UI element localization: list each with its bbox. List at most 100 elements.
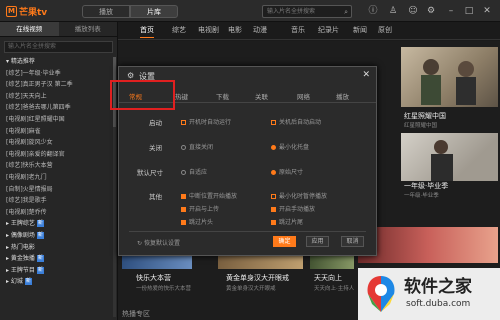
checkbox-box bbox=[271, 194, 276, 199]
option-label: 关机后自动启动 bbox=[279, 119, 322, 126]
sidebar-item[interactable]: [电视剧]红星照耀中国 bbox=[0, 114, 117, 126]
tab-hotkeys[interactable]: 热键 bbox=[175, 91, 188, 101]
sidebar-item[interactable]: ▸ 幻城新 bbox=[0, 276, 117, 288]
skip-intro-checkbox[interactable]: 跳过片头 bbox=[181, 217, 213, 226]
top-search-input[interactable]: 输入片名全拼搜索 ⌕ bbox=[262, 5, 352, 18]
sidebar: 在线视频 播放列表 输入片名全拼搜索 ▾ 精选推荐 [综艺]一年级·毕业季 [综… bbox=[0, 22, 118, 320]
checkbox-box bbox=[271, 207, 276, 212]
resume-position-checkbox[interactable]: 中断位置开始播放 bbox=[181, 191, 237, 200]
tab-playback[interactable]: 播放 bbox=[336, 91, 349, 101]
nav-original[interactable]: 原创 bbox=[378, 25, 392, 35]
app-logo: M 芒果tv bbox=[6, 5, 47, 18]
apply-button[interactable]: 应用 bbox=[306, 236, 329, 247]
sidebar-item-label: ▸ 黄金独播 bbox=[6, 255, 35, 263]
startup-auto-run-checkbox[interactable]: 开机时自动运行 bbox=[181, 117, 231, 126]
minimize-icon[interactable]: – bbox=[446, 6, 456, 16]
option-label: 最小化时暂停播放 bbox=[279, 193, 328, 200]
poster-caption[interactable]: 快乐大本营 bbox=[136, 273, 171, 283]
nav-variety[interactable]: 综艺 bbox=[172, 25, 186, 35]
sidebar-item[interactable]: ▸ 王牌节目新 bbox=[0, 265, 117, 277]
sidebar-item[interactable]: ▸ 王牌综艺新 bbox=[0, 218, 117, 230]
new-badge: 新 bbox=[36, 266, 44, 274]
sidebar-item[interactable]: [电视剧]麻雀 bbox=[0, 126, 117, 138]
sidebar-item[interactable]: [电视剧]亲爱的翻译官 bbox=[0, 149, 117, 161]
title-bar: M 芒果tv 播放 片库 输入片名全拼搜索 ⌕ ⓘ ♙ ☺ ⚙ – □ ✕ bbox=[0, 0, 500, 22]
tab-play[interactable]: 播放 bbox=[82, 5, 130, 18]
divider bbox=[129, 231, 366, 232]
close-icon[interactable]: ✕ bbox=[362, 70, 370, 80]
skip-outro-checkbox[interactable]: 跳过片尾 bbox=[271, 217, 303, 226]
poster-bottom-right[interactable] bbox=[358, 227, 498, 263]
close-direct-radio[interactable]: 直接关闭 bbox=[181, 142, 213, 151]
poster-subcaption: 黄金单身汉大开眼戒 bbox=[226, 286, 276, 292]
category-nav: 首页 综艺 电视剧 电影 动漫 音乐 纪录片 新闻 原创 bbox=[118, 22, 500, 40]
sidebar-item[interactable]: [综艺]真正男子汉 第二季 bbox=[0, 79, 117, 91]
tab-association[interactable]: 关联 bbox=[255, 91, 268, 101]
radio-dot bbox=[181, 170, 186, 175]
sidebar-item[interactable]: ▾ 精选推荐 bbox=[0, 56, 117, 68]
maximize-icon[interactable]: □ bbox=[464, 6, 474, 16]
size-original-radio[interactable]: 原始尺寸 bbox=[271, 167, 303, 176]
sidebar-item[interactable]: [综艺]天天向上 bbox=[0, 91, 117, 103]
sidebar-item[interactable]: ▸ 黄金独播新 bbox=[0, 253, 117, 265]
sidebar-tab-playlist[interactable]: 播放列表 bbox=[59, 22, 118, 36]
info-icon[interactable]: ⓘ bbox=[368, 6, 378, 16]
sidebar-item[interactable]: ▸ 热门电影 bbox=[0, 242, 117, 254]
sidebar-item[interactable]: [电视剧]老九门 bbox=[0, 172, 117, 184]
tab-network[interactable]: 网络 bbox=[297, 91, 310, 101]
checkbox-box bbox=[181, 120, 186, 125]
startup-after-close-checkbox[interactable]: 关机后自动启动 bbox=[271, 117, 321, 126]
poster-caption[interactable]: 一年级·毕业季 bbox=[404, 181, 448, 191]
radio-dot bbox=[271, 170, 276, 175]
restore-defaults-link[interactable]: ↻ 恢复默认设置 bbox=[137, 238, 180, 247]
sidebar-item[interactable]: [综艺]爸爸去哪儿第四季 bbox=[0, 102, 117, 114]
nav-anime[interactable]: 动漫 bbox=[253, 25, 267, 35]
user-icon[interactable]: ☺ bbox=[408, 6, 418, 16]
poster-caption[interactable]: 天天向上 bbox=[314, 273, 342, 283]
nav-music[interactable]: 音乐 bbox=[291, 25, 305, 35]
ok-button[interactable]: 确定 bbox=[273, 236, 296, 247]
gear-icon[interactable]: ⚙ bbox=[426, 6, 436, 16]
sidebar-item[interactable]: [综艺]我是歌手 bbox=[0, 195, 117, 207]
size-adaptive-radio[interactable]: 自适应 bbox=[181, 167, 207, 176]
enable-upload-checkbox[interactable]: 开启与上传 bbox=[181, 204, 219, 213]
nav-movie[interactable]: 电影 bbox=[228, 25, 242, 35]
top-search-placeholder: 输入片名全拼搜索 bbox=[267, 8, 316, 15]
poster-caption[interactable]: 红星照耀中国 bbox=[404, 111, 446, 121]
tab-library[interactable]: 片库 bbox=[130, 5, 178, 18]
watermark: 软件之家 soft.duba.com bbox=[358, 268, 500, 320]
cancel-button[interactable]: 取消 bbox=[341, 236, 364, 247]
tab-download[interactable]: 下载 bbox=[216, 91, 229, 101]
poster-first-grade[interactable] bbox=[401, 133, 498, 181]
pause-on-minimize-checkbox[interactable]: 最小化时暂停播放 bbox=[271, 191, 327, 200]
sidebar-item-label: ▸ 王牌综艺 bbox=[6, 220, 35, 228]
shirt-icon[interactable]: ♙ bbox=[388, 6, 398, 16]
manual-play-checkbox[interactable]: 开启手动播放 bbox=[271, 204, 315, 213]
sidebar-item[interactable]: [综艺]快乐大本营 bbox=[0, 160, 117, 172]
nav-news[interactable]: 新闻 bbox=[353, 25, 367, 35]
sidebar-search-input[interactable]: 输入片名全拼搜索 bbox=[4, 41, 113, 53]
watermark-url: soft.duba.com bbox=[406, 299, 471, 309]
sidebar-item[interactable]: [自制]火星情报局 bbox=[0, 184, 117, 196]
sidebar-item[interactable]: [电视剧]楚乔传 bbox=[0, 207, 117, 219]
sidebar-item[interactable]: ▸ 偶像剧场新 bbox=[0, 230, 117, 242]
sidebar-tabs: 在线视频 播放列表 bbox=[0, 22, 117, 37]
poster-red-star[interactable] bbox=[401, 47, 498, 107]
sidebar-item-label: [综艺]我是歌手 bbox=[6, 197, 47, 205]
sidebar-list: ▾ 精选推荐 [综艺]一年级·毕业季 [综艺]真正男子汉 第二季 [综艺]天天向… bbox=[0, 56, 117, 288]
nav-home[interactable]: 首页 bbox=[140, 25, 154, 38]
sidebar-item-label: [综艺]一年级·毕业季 bbox=[6, 69, 61, 77]
sidebar-item-label: [电视剧]楚乔传 bbox=[6, 208, 47, 216]
close-minimize-tray-radio[interactable]: 最小化托盘 bbox=[271, 142, 309, 151]
section-label: 热播专区 bbox=[122, 310, 150, 318]
sidebar-tab-online[interactable]: 在线视频 bbox=[0, 22, 59, 36]
close-icon[interactable]: ✕ bbox=[482, 6, 492, 16]
option-label: 中断位置开始播放 bbox=[189, 193, 238, 200]
nav-documentary[interactable]: 纪录片 bbox=[318, 25, 339, 35]
sidebar-item[interactable]: [综艺]一年级·毕业季 bbox=[0, 68, 117, 80]
sidebar-item[interactable]: [电视剧]旋风少女 bbox=[0, 137, 117, 149]
poster-caption[interactable]: 黄金单身汉大开眼戒 bbox=[226, 273, 289, 283]
nav-tv[interactable]: 电视剧 bbox=[198, 25, 219, 35]
search-icon[interactable]: ⌕ bbox=[344, 7, 348, 18]
sidebar-item-label: [综艺]天天向上 bbox=[6, 92, 47, 100]
